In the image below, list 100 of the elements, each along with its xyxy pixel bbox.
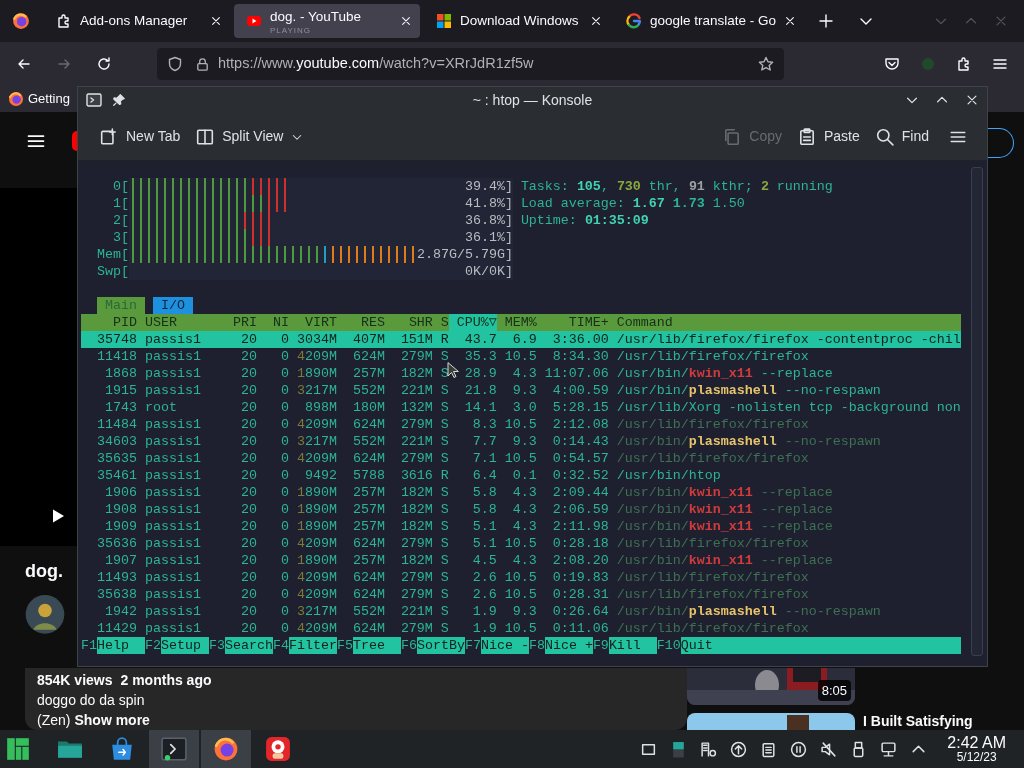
video-title: I Built Satisfying (863, 713, 973, 730)
browser-tab[interactable]: google translate - Go (614, 4, 805, 38)
process-row[interactable]: 1915 passis1 20 0 3217M 552M 221M S 21.8 9.3 4:00.59 /usr/bin/plasmashell --no-respawn (81, 382, 961, 399)
table-cell: 8.3 (472, 417, 497, 432)
new-tab-button[interactable]: New Tab (94, 122, 187, 151)
process-row[interactable]: 11484 passis1 20 0 4209M 624M 279M S 8.3 10.5 2:12.08 /usr/lib/firefox/firefox (81, 416, 961, 433)
table-cell: 1.9 (472, 621, 497, 636)
column-header[interactable]: PRI (216, 314, 257, 331)
column-header[interactable]: SHR (384, 314, 433, 331)
close-icon[interactable] (784, 15, 797, 27)
taskbar-item[interactable] (149, 730, 199, 768)
upload-icon[interactable] (730, 740, 748, 758)
table-cell: 279M (400, 587, 433, 602)
bookmark-star-icon[interactable] (758, 56, 774, 72)
puzzle-icon[interactable] (956, 56, 972, 72)
taskbar-item[interactable] (201, 730, 251, 768)
close-icon[interactable] (965, 93, 979, 107)
scrollbar[interactable] (971, 167, 983, 656)
table-cell: 4209M (296, 570, 337, 585)
process-row[interactable]: 35636 passis1 20 0 4209M 624M 279M S 5.1 10.5 0:28.18 /usr/lib/firefox/firefox (81, 535, 961, 552)
table-cell: 3217M (296, 434, 337, 449)
pause-icon[interactable] (790, 740, 808, 758)
process-row[interactable]: 11493 passis1 20 0 4209M 624M 279M S 2.6 10.5 0:19.83 /usr/lib/firefox/firefox (81, 569, 961, 586)
find-button[interactable]: Find (869, 122, 935, 151)
table-cell: 279M (400, 417, 433, 432)
reload-icon[interactable] (96, 56, 112, 72)
process-row[interactable]: 35635 passis1 20 0 4209M 624M 279M S 7.1 10.5 0:54.57 /usr/lib/firefox/firefox (81, 450, 961, 467)
table-cell: 1890M (296, 553, 337, 568)
table-cell: 1868 (105, 366, 137, 381)
process-row[interactable]: 1907 passis1 20 0 1890M 257M 182M S 4.5 4.3 2:08.20 /usr/bin/kwin_x11 --replace (81, 552, 961, 569)
browser-icon[interactable] (12, 12, 30, 30)
column-header[interactable]: CPU%▽ (448, 314, 497, 331)
network-icon[interactable] (880, 740, 898, 758)
table-cell: 20 (240, 468, 257, 483)
process-row[interactable]: 35748 passis1 20 0 3034M 407M 151M R 43.7 6.9 3:36.00 /usr/lib/firefox/firefox -contentproc -chil (81, 331, 961, 348)
column-header[interactable]: TIME+ (536, 314, 609, 331)
table-cell: 20 (240, 502, 257, 517)
process-row[interactable]: 1908 passis1 20 0 1890M 257M 182M S 5.8 4.3 2:06.59 /usr/bin/kwin_x11 --replace (81, 501, 961, 518)
table-cell: 6.4 (472, 468, 497, 483)
copy-icon (723, 127, 742, 146)
column-header[interactable]: S (432, 314, 449, 331)
tools-icon[interactable] (700, 740, 718, 758)
table-cell: S (440, 621, 449, 636)
column-header[interactable]: PID (81, 314, 137, 331)
table-cell: S (440, 485, 449, 500)
menu-icon[interactable] (992, 56, 1008, 72)
table-cell-text: /usr/lib/firefox/firefox (615, 535, 809, 552)
column-header[interactable]: MEM% (496, 314, 537, 331)
play-icon[interactable] (50, 508, 66, 525)
table-cell: 9.3 (512, 604, 537, 619)
table-cell: 1890M (296, 485, 337, 500)
shield-icon[interactable] (167, 56, 183, 72)
show-more-link[interactable]: Show more (74, 710, 150, 730)
table-cell: 20 (240, 587, 257, 602)
new-tab-icon[interactable] (818, 13, 835, 29)
paste-button[interactable]: Paste (791, 122, 866, 151)
table-cell: 5.1 (472, 536, 497, 551)
browser-tab[interactable]: Add-ons Manager (44, 4, 230, 38)
process-row[interactable]: 11418 passis1 20 0 4209M 624M 279M S 35.3 10.5 8:34.30 /usr/lib/firefox/firefox (81, 348, 961, 365)
table-cell: S (440, 434, 449, 449)
browser-tab[interactable]: dog. - YouTube PLAYING (234, 4, 420, 38)
lock-icon[interactable] (195, 56, 210, 72)
pin-icon[interactable] (112, 93, 126, 107)
process-row[interactable]: 1906 passis1 20 0 1890M 257M 182M S 5.8 4.3 2:09.44 /usr/bin/kwin_x11 --replace (81, 484, 961, 501)
process-row[interactable]: 11429 passis1 20 0 4209M 624M 279M S 1.9 10.5 0:11.06 /usr/lib/firefox/firefox (81, 620, 961, 637)
process-row[interactable]: 34603 passis1 20 0 3217M 552M 221M S 7.7 9.3 0:14.43 /usr/bin/plasmashell --no-respawn (81, 433, 961, 450)
process-row[interactable]: 1909 passis1 20 0 1890M 257M 182M S 5.1 4.3 2:11.98 /usr/bin/kwin_x11 --replace (81, 518, 961, 535)
logo-icon[interactable] (72, 131, 77, 151)
split-button[interactable]: Split View (190, 122, 310, 151)
bookmark-item[interactable]: Getting (8, 89, 70, 109)
description-box[interactable]: 854K views 2 months ago doggo do da spin (Zen) Show more (25, 668, 687, 730)
column-header[interactable]: USER (137, 314, 217, 331)
table-cell: 3616 (400, 468, 433, 483)
table-cell-text: /usr/bin/kwin_x11 --replace (615, 518, 833, 535)
table-cell: 0 (280, 621, 289, 636)
process-row[interactable]: 35638 passis1 20 0 4209M 624M 279M S 2.6 10.5 0:28.31 /usr/lib/firefox/firefox (81, 586, 961, 603)
process-row[interactable]: 35461 passis1 20 0 9492 5788 3616 R 6.4 0.1 0:32.52 /usr/bin/htop (81, 467, 961, 484)
pocket-icon[interactable] (884, 56, 900, 72)
speaker-muted-icon[interactable] (820, 740, 838, 758)
column-header[interactable]: VIRT (288, 314, 337, 331)
table-cell: 1915 (105, 383, 137, 398)
mouse-cursor (447, 362, 459, 379)
column-header[interactable]: RES (336, 314, 385, 331)
close-icon[interactable] (400, 15, 412, 27)
clock[interactable]: 2:42 AM 5/12/23 (947, 733, 1006, 765)
process-row[interactable]: 1942 passis1 20 0 3217M 552M 221M S 1.9 9.3 0:26.64 /usr/bin/plasmashell --no-respawn (81, 603, 961, 620)
clipboard-icon[interactable] (760, 740, 778, 758)
process-row[interactable]: 1743 root 20 0 898M 180M 132M S 14.1 3.0 5:28.15 /usr/lib/Xorg -nolisten tcp -background non (81, 399, 961, 416)
address-bar[interactable]: https://www.youtube.com/watch?v=XRrJdR1zf5w (157, 48, 784, 80)
tab[interactable]: I/O (152, 297, 193, 314)
process-row[interactable]: 1868 passis1 20 0 1890M 257M 182M S 28.9 4.3 11:07.06 /usr/bin/kwin_x11 --replace (81, 365, 961, 382)
close-icon[interactable] (590, 15, 602, 27)
avatar[interactable] (25, 595, 65, 634)
table-cell: passis1 (144, 366, 201, 381)
close-icon[interactable] (210, 15, 222, 27)
table-cell: 182M (400, 485, 433, 500)
browser-tab[interactable]: Download Windows (424, 4, 610, 38)
column-header[interactable]: Command (608, 314, 673, 331)
table-cell: passis1 (144, 604, 201, 619)
column-header[interactable]: NI (256, 314, 289, 331)
